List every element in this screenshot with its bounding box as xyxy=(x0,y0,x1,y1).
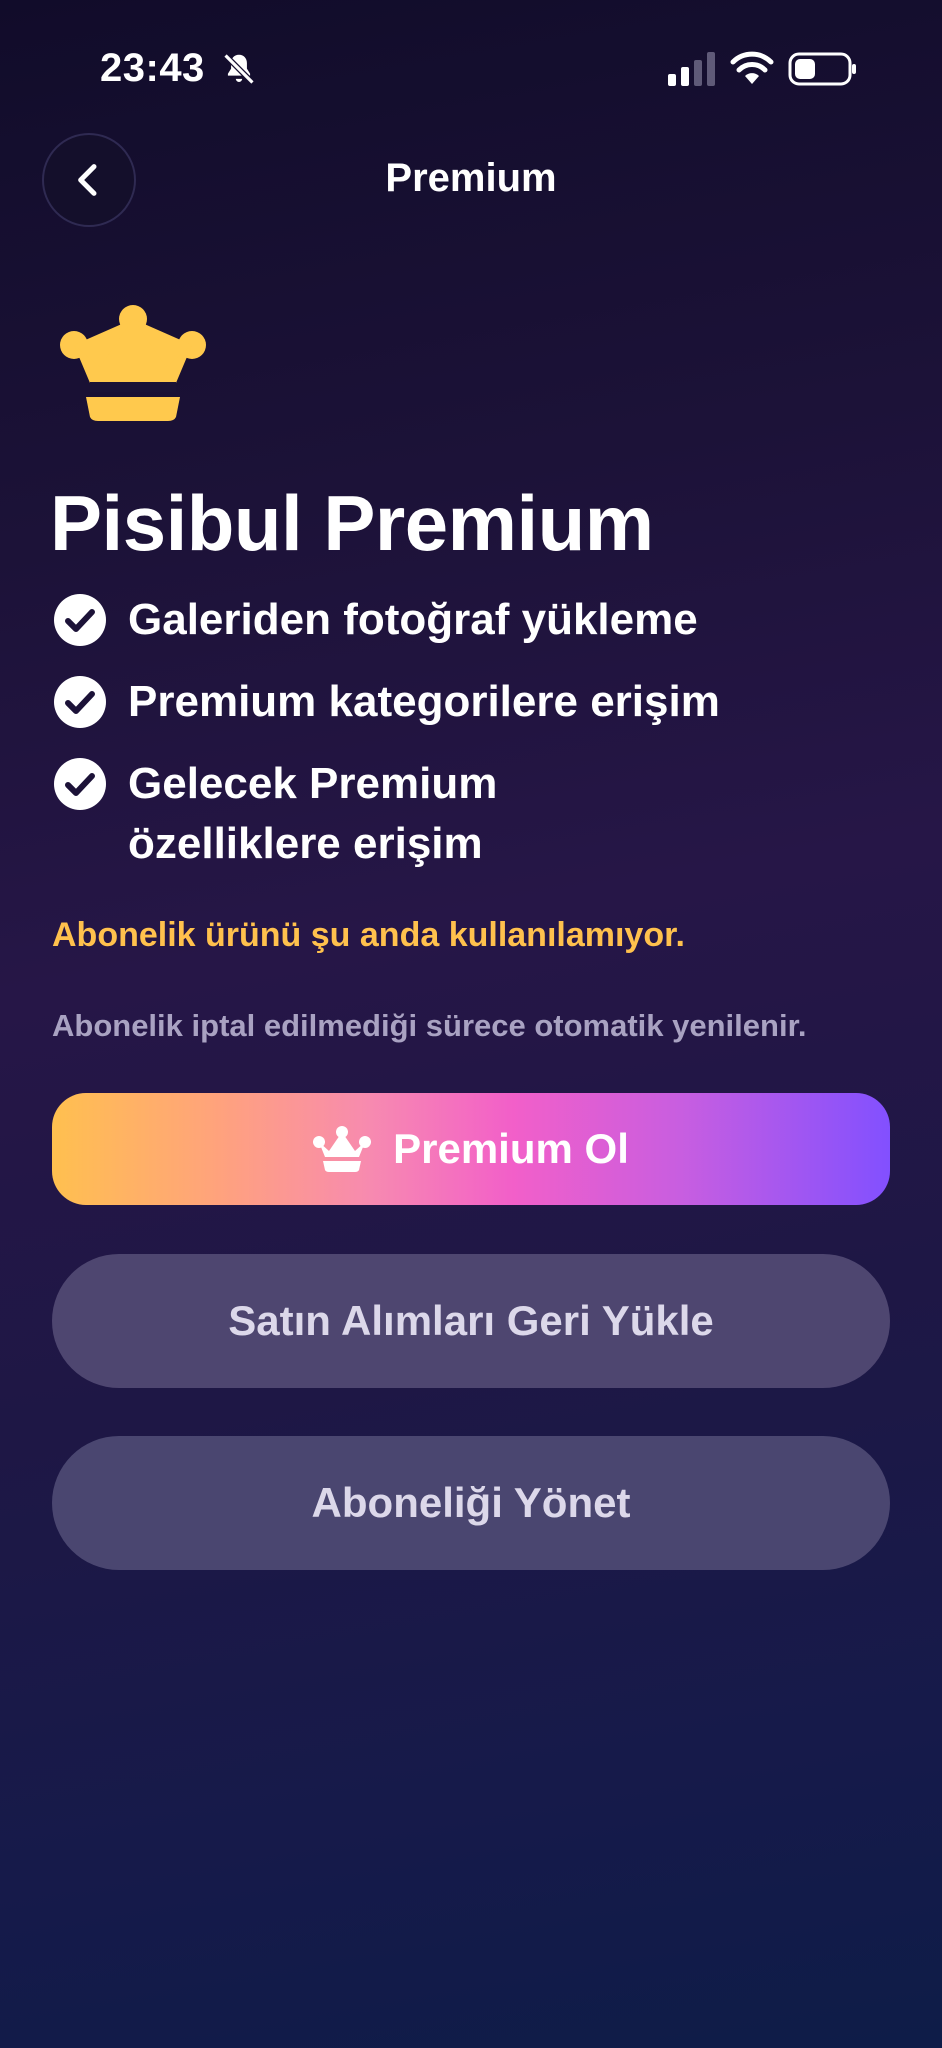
go-premium-label: Premium Ol xyxy=(393,1125,629,1172)
page-title: Premium xyxy=(385,156,557,200)
bell-slash-icon xyxy=(223,53,255,85)
check-circle-icon xyxy=(54,594,106,646)
feature-item: Gelecek Premium özelliklere erişim xyxy=(54,754,894,874)
feature-item: Galeriden fotoğraf yükleme xyxy=(54,590,894,650)
wifi-icon xyxy=(730,51,774,84)
manage-subscription-button[interactable]: Aboneliği Yönet xyxy=(52,1436,890,1570)
status-time: 23:43 xyxy=(100,46,205,90)
check-circle-icon xyxy=(54,676,106,728)
hero-title: Pisibul Premium xyxy=(50,479,654,567)
check-circle-icon xyxy=(54,758,106,810)
feature-item: Premium kategorilere erişim xyxy=(54,672,894,732)
unavailable-warning: Abonelik ürünü şu anda kullanılamıyor. xyxy=(52,916,685,954)
crown-icon xyxy=(313,1126,372,1172)
auto-renew-note: Abonelik iptal edilmediği sürece otomati… xyxy=(52,1008,807,1043)
feature-text-line2: özelliklere erişim xyxy=(128,819,483,868)
battery-icon xyxy=(788,52,856,86)
feature-text: Galeriden fotoğraf yükleme xyxy=(128,595,698,644)
signal-icon xyxy=(668,52,715,86)
feature-text: Gelecek Premium xyxy=(128,759,498,808)
feature-list: Galeriden fotoğraf yükleme Premium kateg… xyxy=(54,590,894,896)
go-premium-button[interactable]: Premium Ol xyxy=(52,1093,890,1205)
feature-text: Premium kategorilere erişim xyxy=(128,677,720,726)
status-bar: 23:43 xyxy=(0,0,942,140)
crown-icon xyxy=(60,305,206,421)
restore-purchases-button[interactable]: Satın Alımları Geri Yükle xyxy=(52,1254,890,1388)
